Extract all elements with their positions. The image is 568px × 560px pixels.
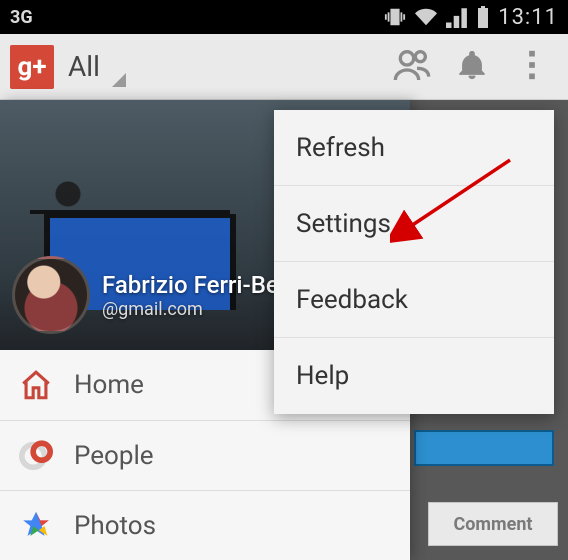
post-card-fragment [414,430,554,466]
home-icon [18,367,54,403]
bell-icon [455,48,489,86]
people-button[interactable] [382,34,442,100]
comment-button-label: Comment [453,514,532,535]
menu-item-label: Help [296,361,349,391]
app-action-bar: g+ All [0,34,568,100]
more-vert-icon [527,48,537,86]
overflow-menu: Refresh Settings Feedback Help [274,110,554,414]
menu-item-help[interactable]: Help [274,338,554,414]
stream-spinner[interactable]: All [68,50,126,83]
stream-spinner-label: All [68,50,100,83]
clock-label: 13:11 [498,5,558,30]
sidebar-item-label: Photos [74,511,156,541]
photos-icon [18,508,54,544]
comment-button[interactable]: Comment [428,502,558,546]
chevron-down-icon [112,73,126,87]
android-status-bar: 3G 13:11 [0,0,568,34]
signal-icon [446,6,468,28]
menu-item-label: Feedback [296,285,408,315]
people-icon [392,45,432,89]
circles-icon [18,438,54,474]
sidebar-item-people[interactable]: People [0,420,410,490]
menu-item-label: Settings [296,209,391,239]
notifications-button[interactable] [442,34,502,100]
menu-item-refresh[interactable]: Refresh [274,110,554,186]
avatar[interactable] [12,256,90,334]
network-type-label: 3G [10,7,33,28]
sidebar-item-photos[interactable]: Photos [0,490,410,560]
menu-item-label: Refresh [296,133,385,163]
vibrate-icon [384,6,406,28]
battery-icon [476,6,490,28]
sidebar-item-label: People [74,441,154,471]
menu-item-settings[interactable]: Settings [274,186,554,262]
sidebar-item-label: Home [74,370,144,400]
wifi-icon [414,6,438,28]
gplus-logo-icon[interactable]: g+ [10,45,54,89]
overflow-menu-button[interactable] [502,34,562,100]
menu-item-feedback[interactable]: Feedback [274,262,554,338]
